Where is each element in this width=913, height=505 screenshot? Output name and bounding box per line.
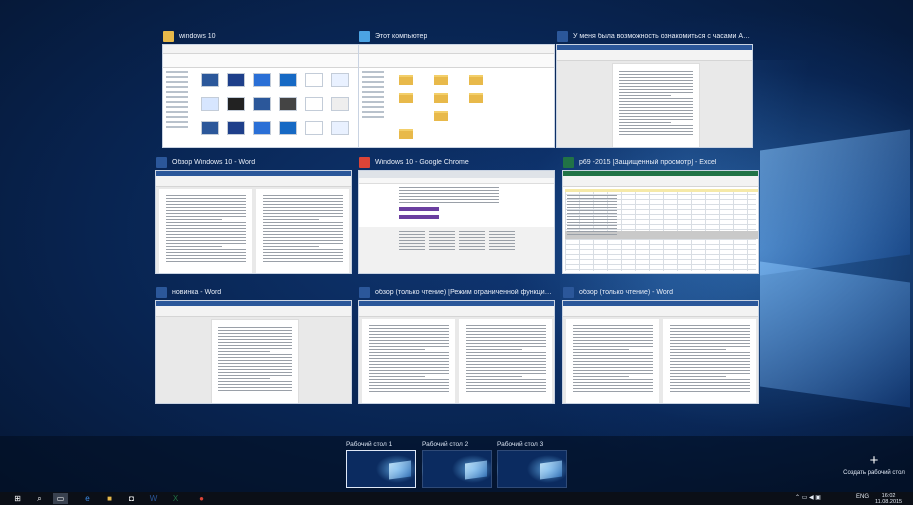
new-desktop-button[interactable]: + Создать рабочий стол [836, 452, 912, 476]
window-thumbnail-1[interactable]: windows 10 [162, 28, 359, 151]
window-titlebar: windows 10 [162, 28, 359, 44]
window-thumbnail-7[interactable]: новинка - Word [155, 284, 352, 407]
word-icon [359, 286, 370, 298]
window-preview [155, 300, 352, 404]
plus-icon: + [869, 452, 879, 469]
clock[interactable]: 16:02 11.08.2015 [875, 493, 902, 505]
computer-icon [359, 30, 370, 42]
search-icon[interactable]: ⌕ [32, 493, 47, 504]
window-titlebar: Обзор Windows 10 - Word [155, 154, 352, 170]
window-title: Обзор Windows 10 - Word [172, 158, 256, 166]
windows-logo-pane-bottom [760, 261, 910, 408]
virtual-desktop-1[interactable]: Рабочий стол 1 [346, 440, 418, 488]
window-thumbnail-8[interactable]: обзор (только чтение) [Режим ограниченно… [358, 284, 555, 407]
desktop-thumbnail [497, 450, 567, 488]
start-icon[interactable]: ⊞ [10, 493, 25, 504]
window-title: обзор (только чтение) - Word [579, 288, 674, 296]
window-titlebar: новинка - Word [155, 284, 352, 300]
window-thumbnail-3[interactable]: У меня была возможность ознакомиться с ч… [556, 28, 753, 151]
window-titlebar: обзор (только чтение) - Word [562, 284, 759, 300]
word-icon [557, 30, 568, 42]
window-preview [155, 170, 352, 274]
window-title: p69 -2015 [Защищенный просмотр] - Excel [579, 158, 717, 166]
virtual-desktop-2[interactable]: Рабочий стол 2 [422, 440, 494, 488]
new-desktop-label: Создать рабочий стол [843, 470, 905, 476]
file-explorer-icon[interactable]: ■ [102, 493, 117, 504]
window-preview [358, 170, 555, 274]
task-view-icon[interactable]: ▭ [53, 493, 68, 504]
word-icon [563, 286, 574, 298]
desktop-label: Рабочий стол 3 [497, 441, 544, 448]
window-title: У меня была возможность ознакомиться с ч… [573, 32, 753, 40]
edge-icon[interactable]: e [80, 493, 95, 504]
chrome-icon [359, 156, 370, 168]
chrome-taskbar-icon[interactable]: ● [194, 493, 209, 504]
store-icon[interactable]: ◘ [124, 493, 139, 504]
language-indicator[interactable]: ENG [856, 494, 869, 500]
window-title: Этот компьютер [375, 32, 428, 40]
desktop-thumbnail [422, 450, 492, 488]
window-title: windows 10 [179, 32, 216, 40]
window-titlebar: обзор (только чтение) [Режим ограниченно… [358, 284, 555, 300]
excel-icon [563, 156, 574, 168]
window-title: Windows 10 - Google Chrome [375, 158, 469, 166]
window-titlebar: Windows 10 - Google Chrome [358, 154, 555, 170]
desktop-label: Рабочий стол 2 [422, 441, 469, 448]
window-thumbnail-6[interactable]: p69 -2015 [Защищенный просмотр] - Excel [562, 154, 759, 277]
window-titlebar: p69 -2015 [Защищенный просмотр] - Excel [562, 154, 759, 170]
windows-logo-pane-top [760, 129, 910, 276]
window-preview [358, 300, 555, 404]
excel-taskbar-icon[interactable]: X [168, 493, 183, 504]
virtual-desktop-3[interactable]: Рабочий стол 3 [497, 440, 569, 488]
word-icon [156, 286, 167, 298]
clock-date: 11.08.2015 [875, 499, 903, 505]
window-thumbnail-5[interactable]: Windows 10 - Google Chrome [358, 154, 555, 277]
window-title: новинка - Word [172, 288, 222, 296]
desktop-label: Рабочий стол 1 [346, 441, 393, 448]
window-preview [562, 300, 759, 404]
window-thumbnail-9[interactable]: обзор (только чтение) - Word [562, 284, 759, 407]
desktop-thumbnail [346, 450, 416, 488]
word-taskbar-icon[interactable]: W [146, 493, 161, 504]
window-titlebar: У меня была возможность ознакомиться с ч… [556, 28, 753, 44]
window-thumbnail-4[interactable]: Обзор Windows 10 - Word [155, 154, 352, 277]
window-preview [556, 44, 753, 148]
tray-icons[interactable]: ⌃ ▭ ◀ ▣ [795, 494, 821, 501]
word-icon [156, 156, 167, 168]
window-preview [162, 44, 359, 148]
folder-icon [163, 30, 174, 42]
window-preview [358, 44, 555, 148]
window-titlebar: Этот компьютер [358, 28, 555, 44]
window-preview [562, 170, 759, 274]
window-thumbnail-2[interactable]: Этот компьютер [358, 28, 555, 151]
window-title: обзор (только чтение) [Режим ограниченно… [375, 288, 555, 296]
